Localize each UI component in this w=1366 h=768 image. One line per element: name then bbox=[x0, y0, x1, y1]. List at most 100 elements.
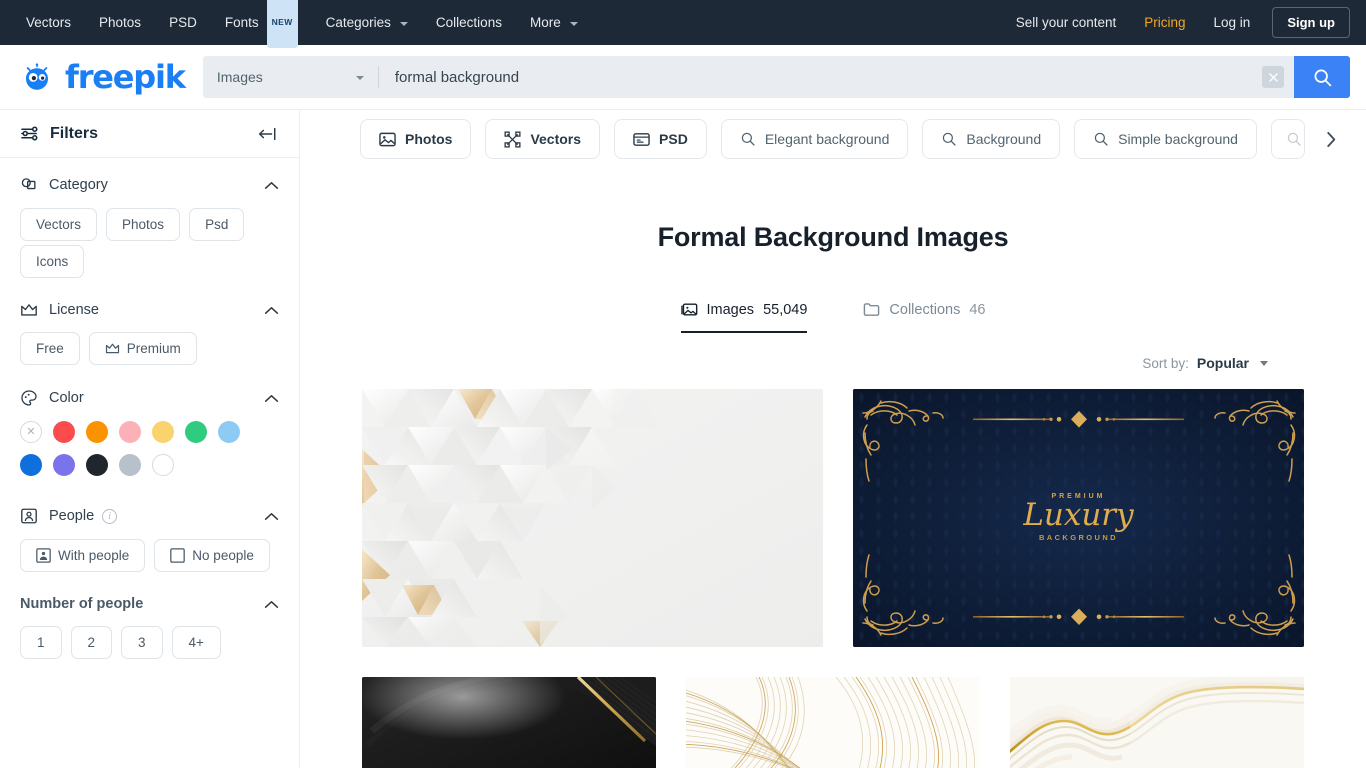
search-bar: Images bbox=[202, 56, 1350, 98]
shapes-icon bbox=[20, 176, 38, 194]
tab-label: Images bbox=[706, 301, 755, 318]
chevron-up-icon bbox=[264, 394, 279, 403]
filter-section-people-header[interactable]: People i bbox=[20, 507, 279, 525]
filter-section-label: License bbox=[49, 302, 99, 318]
search-input[interactable] bbox=[378, 56, 1262, 98]
signup-button[interactable]: Sign up bbox=[1272, 7, 1350, 38]
result-card-geometric[interactable] bbox=[362, 389, 823, 647]
chip-elegant-background[interactable]: Elegant background bbox=[720, 119, 909, 159]
color-swatch-pink[interactable] bbox=[119, 421, 141, 443]
color-swatch-red[interactable] bbox=[53, 421, 75, 443]
category-pill-row: Vectors Photos Psd bbox=[20, 208, 279, 241]
color-swatch-white[interactable] bbox=[152, 454, 174, 476]
filter-pill-icons[interactable]: Icons bbox=[20, 245, 85, 278]
color-swatch-gray[interactable] bbox=[119, 454, 141, 476]
filter-section-category-header[interactable]: Category bbox=[20, 176, 279, 194]
chip-simple-background[interactable]: Simple background bbox=[1074, 119, 1257, 159]
chip-background[interactable]: Background bbox=[922, 119, 1061, 159]
filters-header: Filters bbox=[0, 110, 299, 158]
chips-next-button[interactable] bbox=[1317, 125, 1346, 154]
sort-value[interactable]: Popular bbox=[1197, 355, 1249, 371]
filter-pill-people-4plus[interactable]: 4+ bbox=[171, 626, 221, 659]
nav-item-label: PSD bbox=[169, 15, 197, 30]
image-icon bbox=[379, 131, 396, 148]
nav-item-photos[interactable]: Photos bbox=[85, 0, 155, 45]
filters-title: Filters bbox=[50, 124, 99, 142]
nav-item-more[interactable]: More bbox=[516, 0, 592, 45]
filter-pill-label: No people bbox=[192, 548, 254, 563]
sort-bar: Sort by: Popular bbox=[362, 355, 1304, 371]
info-icon[interactable]: i bbox=[102, 508, 118, 524]
filter-section-label: People bbox=[49, 508, 95, 524]
search-type-dropdown[interactable]: Images bbox=[203, 56, 378, 98]
top-navigation-bar: Vectors Photos PSD Fonts NEW Categories … bbox=[0, 0, 1366, 48]
result-thumbnail bbox=[1010, 677, 1304, 768]
filter-section-number-of-people-header[interactable]: Number of people bbox=[20, 596, 279, 612]
chip-partial-next[interactable]: A bbox=[1270, 119, 1305, 159]
search-submit-button[interactable] bbox=[1294, 56, 1350, 98]
color-swatch-lightblue[interactable] bbox=[218, 421, 240, 443]
filter-section-color-header[interactable]: Color bbox=[20, 389, 279, 407]
login-link[interactable]: Log in bbox=[1200, 15, 1265, 30]
result-card-luxury[interactable]: PREMIUM Luxury BACKGROUND bbox=[852, 389, 1304, 647]
tab-collections[interactable]: Collections 46 bbox=[863, 301, 985, 333]
top-nav-links: Vectors Photos PSD Fonts NEW Categories … bbox=[16, 0, 592, 48]
search-icon bbox=[1093, 131, 1109, 147]
image-icon bbox=[680, 301, 698, 318]
filter-section-label: Category bbox=[49, 177, 108, 193]
color-swatch-purple[interactable] bbox=[53, 454, 75, 476]
chip-label: Background bbox=[966, 131, 1042, 147]
pricing-link[interactable]: Pricing bbox=[1130, 15, 1199, 30]
filter-pill-people-1[interactable]: 1 bbox=[20, 626, 62, 659]
quick-filter-chips: Photos Vectors PSD Elegant background Ba… bbox=[300, 110, 1366, 168]
filter-pill-people-3[interactable]: 3 bbox=[121, 626, 163, 659]
nav-item-collections[interactable]: Collections bbox=[422, 0, 516, 45]
result-card-gold-wave[interactable] bbox=[1010, 677, 1304, 768]
chevron-down-icon[interactable] bbox=[1260, 360, 1268, 366]
chip-psd[interactable]: PSD bbox=[614, 119, 707, 159]
filter-pill-with-people[interactable]: With people bbox=[20, 539, 146, 572]
result-card-black-frame[interactable] bbox=[362, 677, 656, 768]
filter-pill-people-2[interactable]: 2 bbox=[70, 626, 113, 659]
nav-item-fonts[interactable]: Fonts NEW bbox=[211, 0, 312, 48]
chip-vectors[interactable]: Vectors bbox=[485, 119, 601, 159]
sort-label: Sort by: bbox=[1142, 355, 1189, 371]
chip-label: Photos bbox=[405, 131, 453, 147]
filter-section-color: Color ✕ bbox=[0, 371, 299, 489]
color-swatch-green[interactable] bbox=[185, 421, 207, 443]
filter-pill-free[interactable]: Free bbox=[20, 332, 80, 365]
search-icon bbox=[740, 131, 756, 147]
category-pill-row-2: Icons bbox=[20, 245, 279, 278]
chevron-down-icon bbox=[569, 21, 578, 26]
color-swatch-black[interactable] bbox=[86, 454, 108, 476]
collapse-sidebar-button[interactable] bbox=[253, 122, 281, 146]
result-card-gold-lines[interactable] bbox=[686, 677, 980, 768]
person-frame-icon bbox=[20, 507, 38, 525]
color-swatch-clear[interactable]: ✕ bbox=[20, 421, 42, 443]
tab-images[interactable]: Images 55,049 bbox=[680, 301, 808, 333]
chip-label: PSD bbox=[659, 131, 688, 147]
filter-pill-no-people[interactable]: No people bbox=[154, 539, 270, 572]
filter-pill-photos[interactable]: Photos bbox=[106, 208, 181, 241]
freepik-logo[interactable]: freepik bbox=[16, 60, 186, 94]
color-swatch-yellow[interactable] bbox=[152, 421, 174, 443]
chip-label: Vectors bbox=[530, 131, 582, 147]
chevron-down-icon bbox=[355, 76, 364, 80]
nav-item-psd[interactable]: PSD bbox=[155, 0, 211, 45]
chip-photos[interactable]: Photos bbox=[360, 119, 472, 159]
filter-section-license-header[interactable]: License bbox=[20, 302, 279, 318]
nav-item-categories[interactable]: Categories bbox=[312, 0, 422, 45]
nav-item-label: More bbox=[529, 15, 561, 30]
nav-item-vectors[interactable]: Vectors bbox=[16, 0, 85, 45]
filter-pill-premium[interactable]: Premium bbox=[88, 332, 197, 365]
people-pill-row: With people No people bbox=[20, 539, 279, 572]
filter-pill-vectors[interactable]: Vectors bbox=[20, 208, 98, 241]
license-pill-row: Free Premium bbox=[20, 332, 279, 365]
filter-section-category: Category Vectors Photos Psd Icons bbox=[0, 158, 299, 284]
color-swatch-blue[interactable] bbox=[20, 454, 42, 476]
sell-your-content-link[interactable]: Sell your content bbox=[1002, 15, 1131, 30]
clear-search-button[interactable] bbox=[1262, 66, 1284, 88]
color-swatch-orange[interactable] bbox=[86, 421, 108, 443]
palette-icon bbox=[20, 389, 38, 407]
filter-pill-psd[interactable]: Psd bbox=[189, 208, 245, 241]
